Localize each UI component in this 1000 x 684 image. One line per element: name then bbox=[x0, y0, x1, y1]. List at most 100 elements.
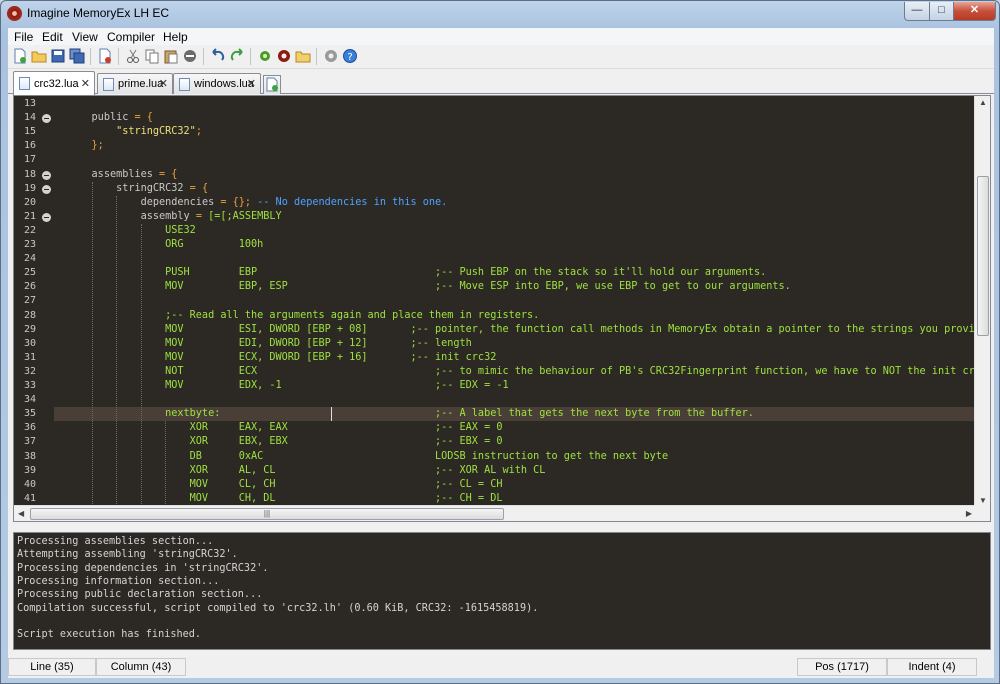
menu-file[interactable]: File bbox=[14, 30, 33, 44]
code-line[interactable]: NOT ECX ;-- to mimic the behaviour of PB… bbox=[54, 365, 976, 379]
menu-edit[interactable]: Edit bbox=[42, 30, 63, 44]
code-line[interactable]: MOV CH, DL ;-- CH = DL bbox=[54, 492, 976, 506]
tab-close-icon[interactable]: ✕ bbox=[81, 77, 90, 90]
minimize-button[interactable]: — bbox=[904, 2, 930, 21]
code-token: = { bbox=[152, 168, 178, 180]
undo-icon[interactable] bbox=[210, 48, 226, 64]
open-file-icon[interactable] bbox=[31, 48, 47, 64]
code-line[interactable]: MOV ESI, DWORD [EBP + 08] ;-- pointer, t… bbox=[54, 323, 976, 337]
code-line[interactable]: }; bbox=[54, 139, 976, 153]
code-line[interactable]: ;-- Read all the arguments again and pla… bbox=[54, 309, 976, 323]
redo-icon[interactable] bbox=[229, 48, 245, 64]
settings-gear-icon[interactable] bbox=[276, 48, 292, 64]
scroll-up-arrow-icon[interactable]: ▲ bbox=[979, 98, 987, 107]
code-line[interactable]: public = { bbox=[54, 111, 976, 125]
fold-toggle-icon[interactable] bbox=[42, 170, 51, 180]
code-token: [=[;ASSEMBLY bbox=[208, 210, 282, 222]
tab-prime[interactable]: prime.lua ✕ bbox=[97, 73, 173, 94]
code-line[interactable] bbox=[54, 294, 976, 308]
code-line[interactable] bbox=[54, 97, 976, 111]
code-line[interactable]: XOR EBX, EBX ;-- EBX = 0 bbox=[54, 435, 976, 449]
line-number: 26 bbox=[23, 281, 36, 293]
code-line[interactable]: assembly = [=[;ASSEMBLY bbox=[54, 210, 976, 224]
new-tab-button[interactable] bbox=[263, 75, 281, 94]
code-token: ;-- Read all the arguments again and pla… bbox=[67, 309, 540, 321]
line-number: 31 bbox=[23, 351, 36, 363]
code-line[interactable] bbox=[54, 153, 976, 167]
vertical-scroll-thumb[interactable] bbox=[977, 176, 989, 336]
tab-label: windows.lua bbox=[194, 78, 254, 90]
horizontal-scrollbar[interactable]: ◀ ||| ▶ bbox=[14, 505, 976, 521]
code-token: = { bbox=[128, 112, 153, 124]
code-editor[interactable]: 13 14 15 16 17 18 19 20 21 22 23 24 25 26 27 28 29 30 31 32… bbox=[13, 95, 991, 522]
menu-compiler[interactable]: Compiler bbox=[107, 30, 155, 44]
save-icon[interactable] bbox=[50, 48, 66, 64]
code-token: public bbox=[91, 112, 129, 124]
code-line[interactable]: MOV CL, CH ;-- CL = CH bbox=[54, 478, 976, 492]
code-token: ; bbox=[195, 126, 202, 138]
code-line[interactable]: ORG 100h bbox=[54, 238, 976, 252]
code-line[interactable]: XOR AL, CL ;-- XOR AL with CL bbox=[54, 464, 976, 478]
compile-icon[interactable] bbox=[257, 48, 273, 64]
output-line: Processing information section... bbox=[17, 575, 220, 587]
scroll-down-arrow-icon[interactable]: ▼ bbox=[979, 496, 987, 505]
toolbar-separator bbox=[90, 48, 91, 65]
code-line[interactable]: MOV EBP, ESP ;-- Move ESP into EBP, we u… bbox=[54, 280, 976, 294]
delete-icon[interactable] bbox=[182, 48, 198, 64]
code-line[interactable]: stringCRC32 = { bbox=[54, 182, 976, 196]
code-area[interactable]: public = { "stringCRC32"; }; assemblies … bbox=[54, 96, 976, 507]
output-line: Processing public declaration section... bbox=[17, 589, 263, 601]
code-line[interactable]: nextbyte: ;-- A label that gets the next… bbox=[54, 407, 976, 422]
new-file-icon[interactable] bbox=[12, 48, 28, 64]
scroll-right-arrow-icon[interactable]: ▶ bbox=[966, 509, 972, 518]
tab-crc32[interactable]: crc32.lua ✕ bbox=[13, 71, 95, 95]
copy-icon[interactable] bbox=[144, 48, 160, 64]
code-line[interactable]: MOV EDX, -1 ;-- EDX = -1 bbox=[54, 379, 976, 393]
code-line[interactable]: assemblies = { bbox=[54, 168, 976, 182]
code-token: XOR EBX, EBX ;-- EBX = 0 bbox=[67, 436, 503, 448]
horizontal-scroll-thumb[interactable]: ||| bbox=[30, 508, 504, 520]
preferences-icon[interactable] bbox=[323, 48, 339, 64]
save-all-icon[interactable] bbox=[69, 48, 85, 64]
code-token: dependencies bbox=[140, 196, 215, 208]
code-line[interactable] bbox=[54, 393, 976, 407]
scroll-left-arrow-icon[interactable]: ◀ bbox=[18, 509, 24, 518]
fold-toggle-icon[interactable] bbox=[42, 184, 51, 194]
code-line[interactable]: MOV EDI, DWORD [EBP + 12] ;-- length bbox=[54, 337, 976, 351]
line-number: 27 bbox=[23, 295, 36, 307]
code-token: USE32 bbox=[67, 224, 196, 236]
code-token: MOV CH, DL ;-- CH = DL bbox=[67, 492, 503, 504]
code-line[interactable]: dependencies = {}; -- No dependencies in… bbox=[54, 196, 976, 210]
code-line[interactable]: DB 0xAC LODSB instruction to get the nex… bbox=[54, 450, 976, 464]
code-line[interactable]: XOR EAX, EAX ;-- EAX = 0 bbox=[54, 421, 976, 435]
code-line[interactable] bbox=[54, 252, 976, 266]
tab-label: prime.lua bbox=[118, 78, 164, 90]
fold-toggle-icon[interactable] bbox=[42, 212, 51, 222]
folder-icon[interactable] bbox=[295, 48, 311, 64]
paste-icon[interactable] bbox=[163, 48, 179, 64]
maximize-button[interactable]: □ bbox=[929, 2, 954, 21]
fold-toggle-icon[interactable] bbox=[42, 114, 51, 124]
status-bar: Line (35) Column (43) Pos (1717) Indent … bbox=[8, 655, 994, 678]
code-line[interactable]: MOV ECX, DWORD [EBP + 16] ;-- init crc32 bbox=[54, 351, 976, 365]
menu-view[interactable]: View bbox=[72, 30, 98, 44]
close-window-button[interactable]: ✕ bbox=[953, 2, 996, 21]
vertical-scrollbar[interactable]: ▲ ▼ bbox=[974, 96, 990, 507]
cut-icon[interactable] bbox=[125, 48, 141, 64]
output-line: Processing dependencies in 'stringCRC32'… bbox=[17, 562, 269, 574]
code-line[interactable]: USE32 bbox=[54, 224, 976, 238]
code-line[interactable]: "stringCRC32"; bbox=[54, 125, 976, 139]
tab-close-icon[interactable]: ✕ bbox=[159, 77, 168, 90]
title-bar[interactable]: Imagine MemoryEx LH EC — □ ✕ bbox=[1, 1, 999, 27]
help-icon[interactable]: ? bbox=[342, 48, 358, 64]
scroll-corner bbox=[974, 505, 990, 521]
output-line: Processing assemblies section... bbox=[17, 536, 214, 547]
code-line[interactable]: PUSH EBP ;-- Push EBP on the stack so it… bbox=[54, 266, 976, 280]
tab-close-icon[interactable]: ✕ bbox=[247, 77, 256, 90]
close-file-icon[interactable] bbox=[97, 48, 113, 64]
output-console[interactable]: Processing assemblies section... Attempti… bbox=[13, 532, 991, 650]
line-number: 33 bbox=[23, 380, 36, 391]
code-token: XOR EAX, EAX ;-- EAX = 0 bbox=[67, 422, 503, 434]
menu-help[interactable]: Help bbox=[163, 30, 188, 44]
tab-windows[interactable]: windows.lua ✕ bbox=[173, 73, 261, 94]
